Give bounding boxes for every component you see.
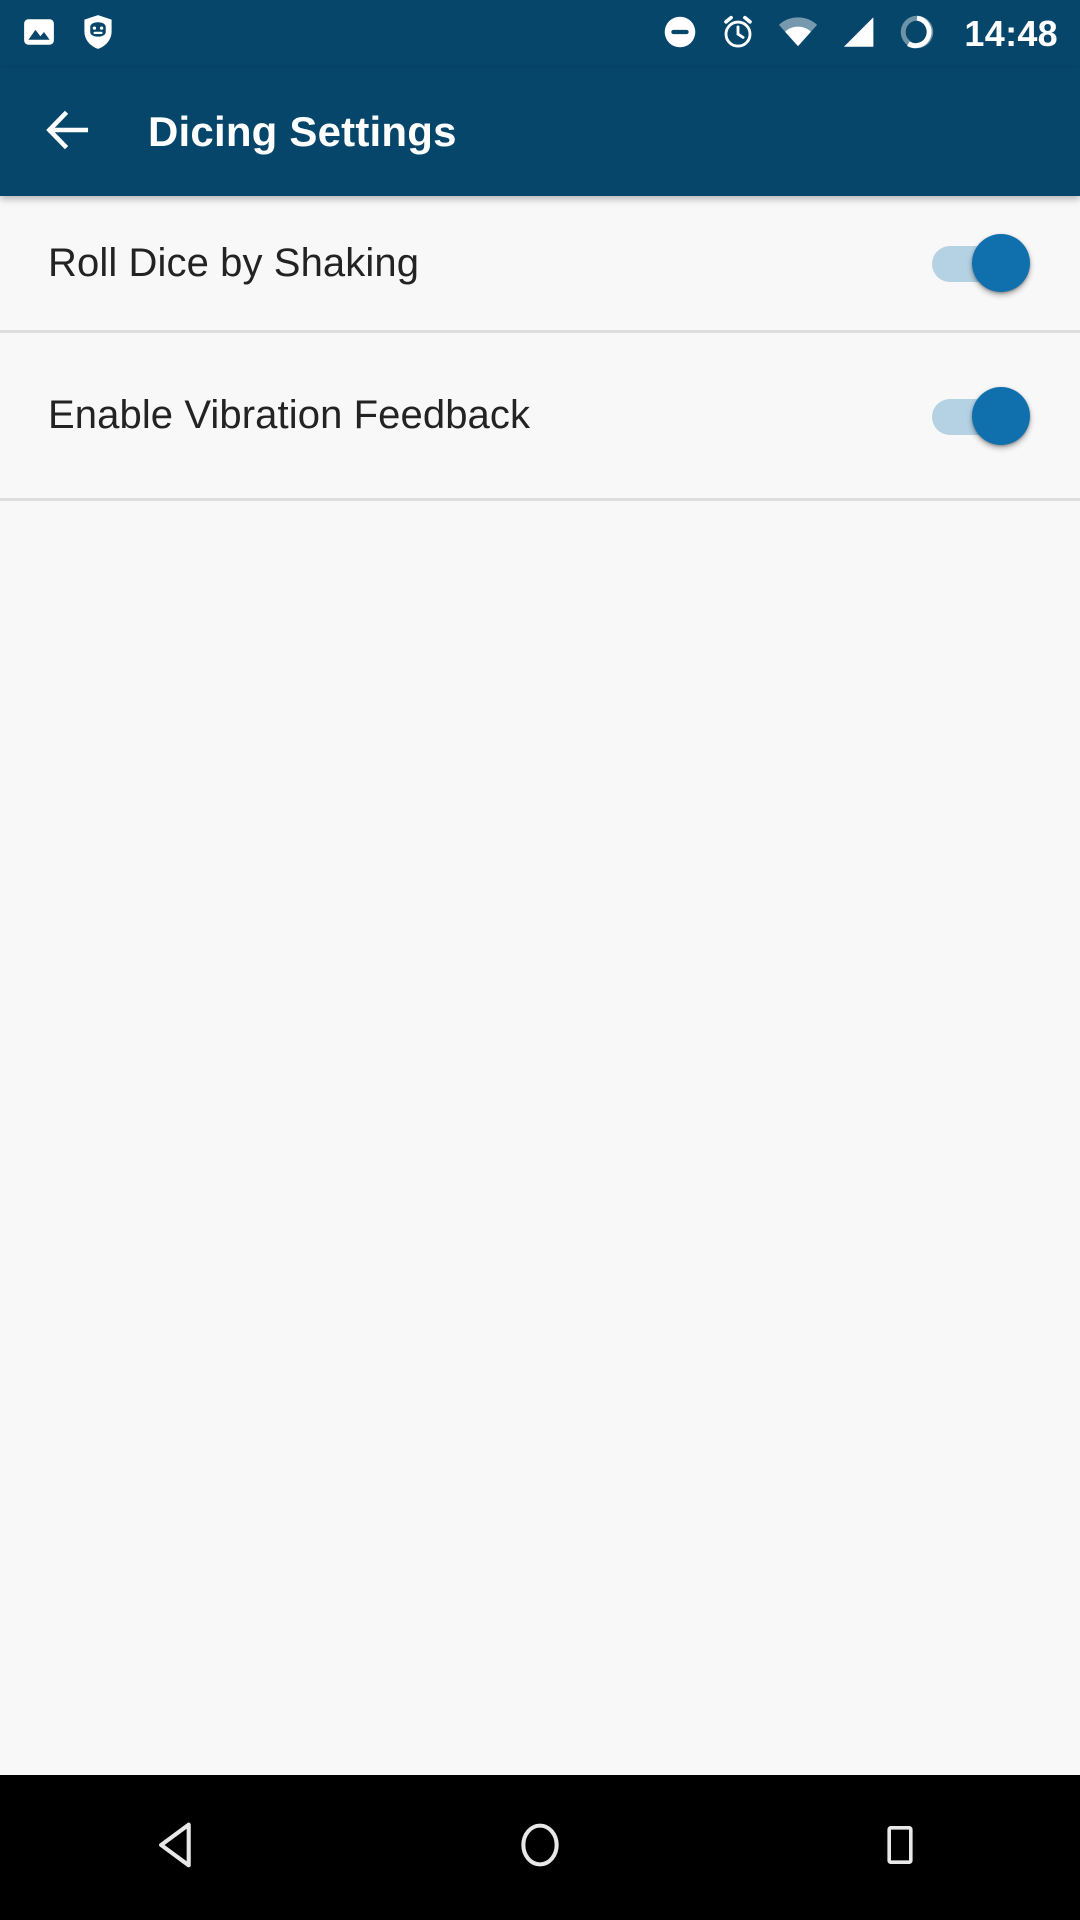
- setting-label: Enable Vibration Feedback: [48, 393, 531, 437]
- app-bar: Dicing Settings: [0, 68, 1080, 196]
- phone-screen: 14:48 Dicing Settings Roll Dice by Shaki…: [0, 0, 1080, 1920]
- do-not-disturb-icon: [662, 14, 698, 55]
- photo-image-icon: [22, 15, 56, 54]
- nav-back-button[interactable]: [90, 1775, 270, 1920]
- triangle-back-icon: [151, 1816, 209, 1879]
- nav-home-button[interactable]: [450, 1775, 630, 1920]
- alarm-clock-icon: [720, 14, 756, 55]
- setting-row-enable-vibration-feedback[interactable]: Enable Vibration Feedback: [0, 333, 1080, 498]
- toggle-enable-vibration-feedback[interactable]: [932, 386, 1030, 445]
- toggle-roll-dice-by-shaking[interactable]: [932, 234, 1030, 292]
- status-bar-clock: 14:48: [964, 13, 1058, 54]
- toggle-thumb: [972, 234, 1030, 292]
- setting-label: Roll Dice by Shaking: [48, 240, 420, 285]
- toggle-thumb: [972, 386, 1030, 445]
- setting-row-roll-dice-by-shaking[interactable]: Roll Dice by Shaking: [0, 196, 1080, 330]
- list-divider: [0, 498, 1080, 501]
- cyanogenmod-shield-icon: [82, 14, 114, 55]
- circle-home-icon: [513, 1818, 567, 1877]
- arrow-back-icon: [42, 104, 94, 161]
- status-bar-right-icons: 14:48: [662, 13, 1058, 56]
- status-bar: 14:48: [0, 0, 1080, 68]
- battery-circle-icon: [898, 13, 936, 56]
- nav-recents-button[interactable]: [810, 1775, 990, 1920]
- page-title: Dicing Settings: [148, 108, 457, 155]
- status-bar-left-icons: [22, 14, 114, 55]
- cellular-signal-icon: [840, 16, 876, 53]
- settings-list: Roll Dice by Shaking Enable Vibration Fe…: [0, 196, 1080, 1775]
- square-recents-icon: [876, 1821, 924, 1874]
- back-button[interactable]: [20, 84, 116, 180]
- wifi-icon: [778, 16, 818, 53]
- android-navigation-bar: [0, 1775, 1080, 1920]
